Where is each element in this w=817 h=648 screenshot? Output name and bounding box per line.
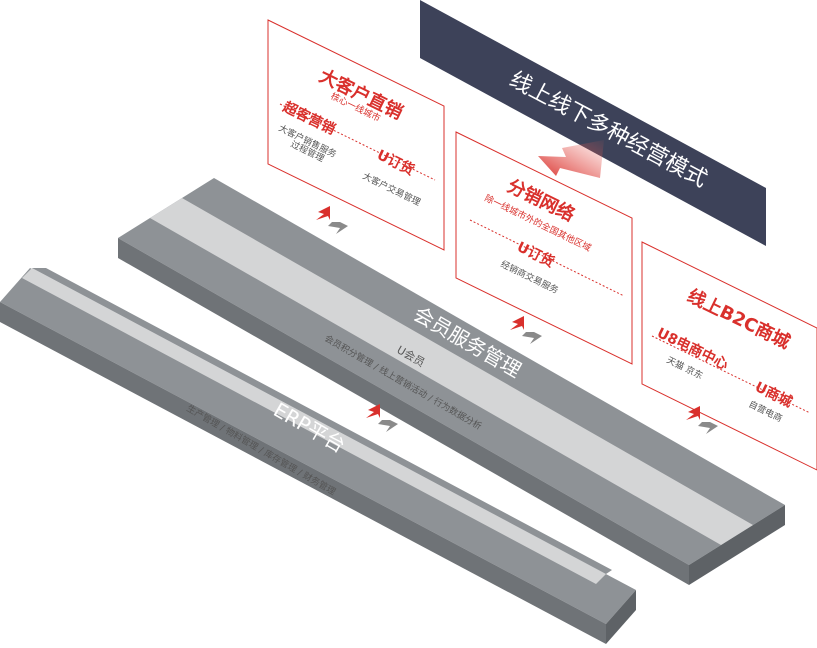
red-arrow-icon bbox=[538, 140, 604, 178]
panel-distribution bbox=[455, 131, 633, 365]
exchange-arrows-icon bbox=[510, 316, 542, 344]
exchange-arrows-icon bbox=[316, 206, 348, 234]
business-model-diagram: 线上线下多种经营模式 大客户直销 核心一线城市 超客营销 大客户销售服务 过程管… bbox=[0, 0, 817, 644]
